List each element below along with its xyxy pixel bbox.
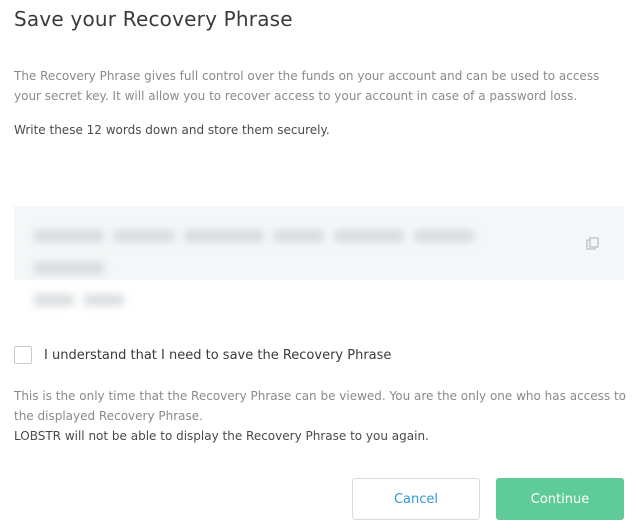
confirm-checkbox[interactable] bbox=[14, 346, 32, 364]
dialog-title: Save your Recovery Phrase bbox=[14, 7, 293, 31]
copy-icon[interactable] bbox=[586, 236, 600, 250]
cancel-button[interactable]: Cancel bbox=[352, 478, 480, 520]
recovery-phrase-box bbox=[14, 206, 624, 306]
warning-line-2: LOBSTR will not be able to display the R… bbox=[14, 429, 429, 443]
confirmation-row[interactable]: I understand that I need to save the Rec… bbox=[14, 344, 391, 366]
confirm-checkbox-label[interactable]: I understand that I need to save the Rec… bbox=[44, 348, 391, 363]
warning-line-1: This is the only time that the Recovery … bbox=[14, 389, 627, 423]
recovery-phrase-text-blurred bbox=[34, 222, 544, 318]
dialog-instruction: Write these 12 words down and store them… bbox=[14, 123, 330, 137]
recovery-phrase-dialog: Save your Recovery Phrase The Recovery P… bbox=[0, 0, 638, 532]
warning-text: This is the only time that the Recovery … bbox=[14, 386, 626, 446]
continue-button[interactable]: Continue bbox=[496, 478, 624, 520]
dialog-description: The Recovery Phrase gives full control o… bbox=[14, 69, 600, 103]
